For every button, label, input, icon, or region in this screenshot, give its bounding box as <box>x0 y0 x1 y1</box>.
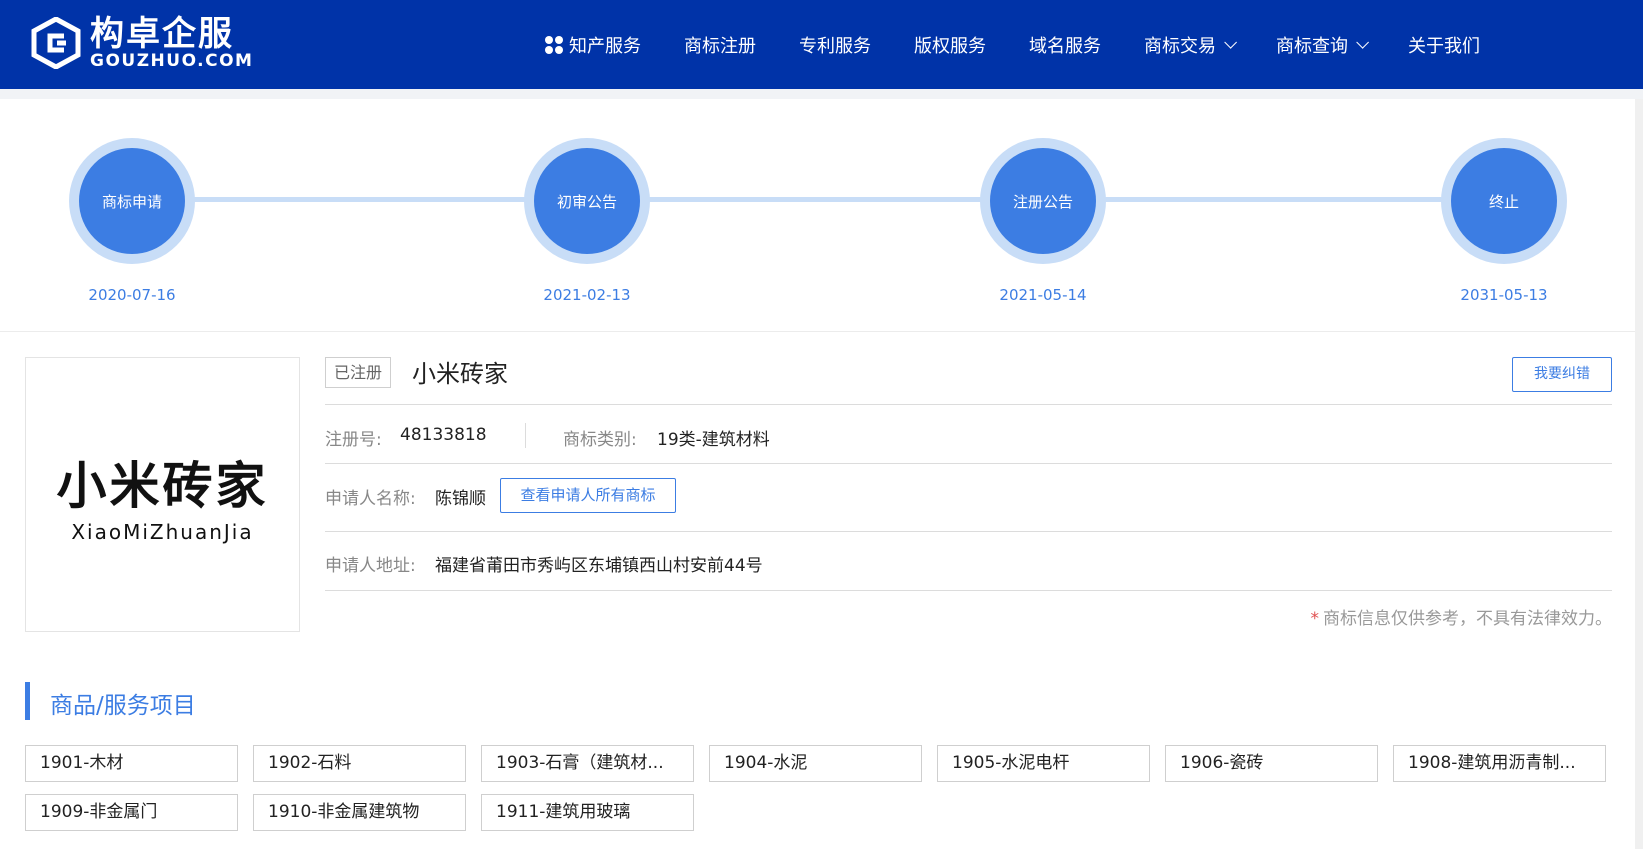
section-accent-bar <box>25 682 30 720</box>
timeline-step-date: 2020-07-16 <box>88 286 176 304</box>
status-timeline: 商标申请 2020-07-16 初审公告 2021-02-13 注册公告 202… <box>0 99 1635 332</box>
divider <box>325 463 1612 464</box>
site-header: 构卓企服 GOUZHUO.COM 知产服务 商标注册 专利服务 版权服务 域名服… <box>0 0 1643 89</box>
class-label: 商标类别: <box>563 430 637 450</box>
timeline-step-label: 商标申请 <box>79 148 185 254</box>
site-logo[interactable]: 构卓企服 GOUZHUO.COM <box>30 13 253 73</box>
nav-trademark-registration[interactable]: 商标注册 <box>684 32 756 58</box>
address-label: 申请人地址: <box>325 556 416 576</box>
nav-about-us[interactable]: 关于我们 <box>1408 32 1480 58</box>
address-value: 福建省莆田市秀屿区东埔镇西山村安前44号 <box>435 556 763 576</box>
goods-item: 1902-石料 <box>253 745 466 782</box>
report-error-button[interactable]: 我要纠错 <box>1512 357 1612 392</box>
divider <box>325 404 1612 405</box>
timeline-step-date: 2021-05-14 <box>999 286 1087 304</box>
disclaimer-text: 商标信息仅供参考，不具有法律效力。 <box>1323 609 1612 629</box>
chevron-down-icon <box>1224 36 1237 49</box>
nav-patent-services[interactable]: 专利服务 <box>799 32 871 58</box>
view-applicant-trademarks-button[interactable]: 查看申请人所有商标 <box>500 478 676 513</box>
nav-label: 域名服务 <box>1029 35 1101 57</box>
nav-label: 商标查询 <box>1276 35 1348 57</box>
nav-label: 知产服务 <box>569 35 641 57</box>
trademark-image-text: 小米砖家 <box>56 456 269 515</box>
logo-domain: GOUZHUO.COM <box>90 51 254 71</box>
section-title: 商品/服务项目 <box>50 693 196 719</box>
disclaimer: * 商标信息仅供参考，不具有法律效力。 <box>1311 604 1613 629</box>
trademark-image: 小米砖家 XiaoMiZhuanJia <box>25 357 300 632</box>
logo-title: 构卓企服 <box>90 14 234 54</box>
goods-item: 1901-木材 <box>25 745 238 782</box>
goods-item: 1903-石膏（建筑材... <box>481 745 694 782</box>
applicant-label: 申请人名称: <box>325 489 416 509</box>
required-star: * <box>1310 609 1320 629</box>
nav-trademark-search[interactable]: 商标查询 <box>1276 32 1369 58</box>
goods-item: 1910-非金属建筑物 <box>253 794 466 831</box>
class-value: 19类-建筑材料 <box>657 430 770 450</box>
goods-item: 1909-非金属门 <box>25 794 238 831</box>
header-divider <box>0 89 1643 99</box>
status-badge: 已注册 <box>325 357 392 388</box>
trademark-image-pinyin: XiaoMiZhuanJia <box>71 519 254 544</box>
timeline-step-label: 终止 <box>1451 148 1557 254</box>
divider <box>325 531 1612 532</box>
nav-trademark-trading[interactable]: 商标交易 <box>1144 32 1237 58</box>
applicant-value: 陈锦顺 <box>435 489 486 509</box>
timeline-step-date: 2031-05-13 <box>1460 286 1548 304</box>
chevron-down-icon <box>1356 36 1369 49</box>
nav-label: 关于我们 <box>1408 35 1480 57</box>
goods-item: 1908-建筑用沥青制... <box>1393 745 1606 782</box>
divider <box>325 590 1612 591</box>
nav-label: 商标注册 <box>684 35 756 57</box>
timeline-step-date: 2021-02-13 <box>543 286 631 304</box>
timeline-line <box>132 197 1504 202</box>
main-nav: 知产服务 商标注册 专利服务 版权服务 域名服务 商标交易 商标查询 关于我们 <box>545 0 1523 89</box>
timeline-step: 终止 2031-05-13 <box>1441 138 1567 304</box>
nav-ip-services[interactable]: 知产服务 <box>545 32 641 58</box>
nav-copyright-services[interactable]: 版权服务 <box>914 32 986 58</box>
divider <box>525 423 526 448</box>
nav-label: 版权服务 <box>914 35 986 57</box>
nav-domain-services[interactable]: 域名服务 <box>1029 32 1101 58</box>
goods-item: 1906-瓷砖 <box>1165 745 1378 782</box>
trademark-name: 小米砖家 <box>412 360 508 388</box>
goods-item: 1905-水泥电杆 <box>937 745 1150 782</box>
timeline-step-label: 注册公告 <box>990 148 1096 254</box>
nav-label: 商标交易 <box>1144 35 1216 57</box>
goods-item: 1911-建筑用玻璃 <box>481 794 694 831</box>
goods-item: 1904-水泥 <box>709 745 922 782</box>
timeline-step: 注册公告 2021-05-14 <box>980 138 1106 304</box>
timeline-step: 初审公告 2021-02-13 <box>524 138 650 304</box>
grid-dots-icon <box>545 35 563 54</box>
reg-no-label: 注册号: <box>325 430 382 450</box>
timeline-step-label: 初审公告 <box>534 148 640 254</box>
scrollbar-track[interactable] <box>1635 99 1643 849</box>
timeline-step: 商标申请 2020-07-16 <box>69 138 195 304</box>
logo-mark-icon <box>31 17 81 69</box>
reg-no-value: 48133818 <box>400 425 487 445</box>
nav-label: 专利服务 <box>799 35 871 57</box>
